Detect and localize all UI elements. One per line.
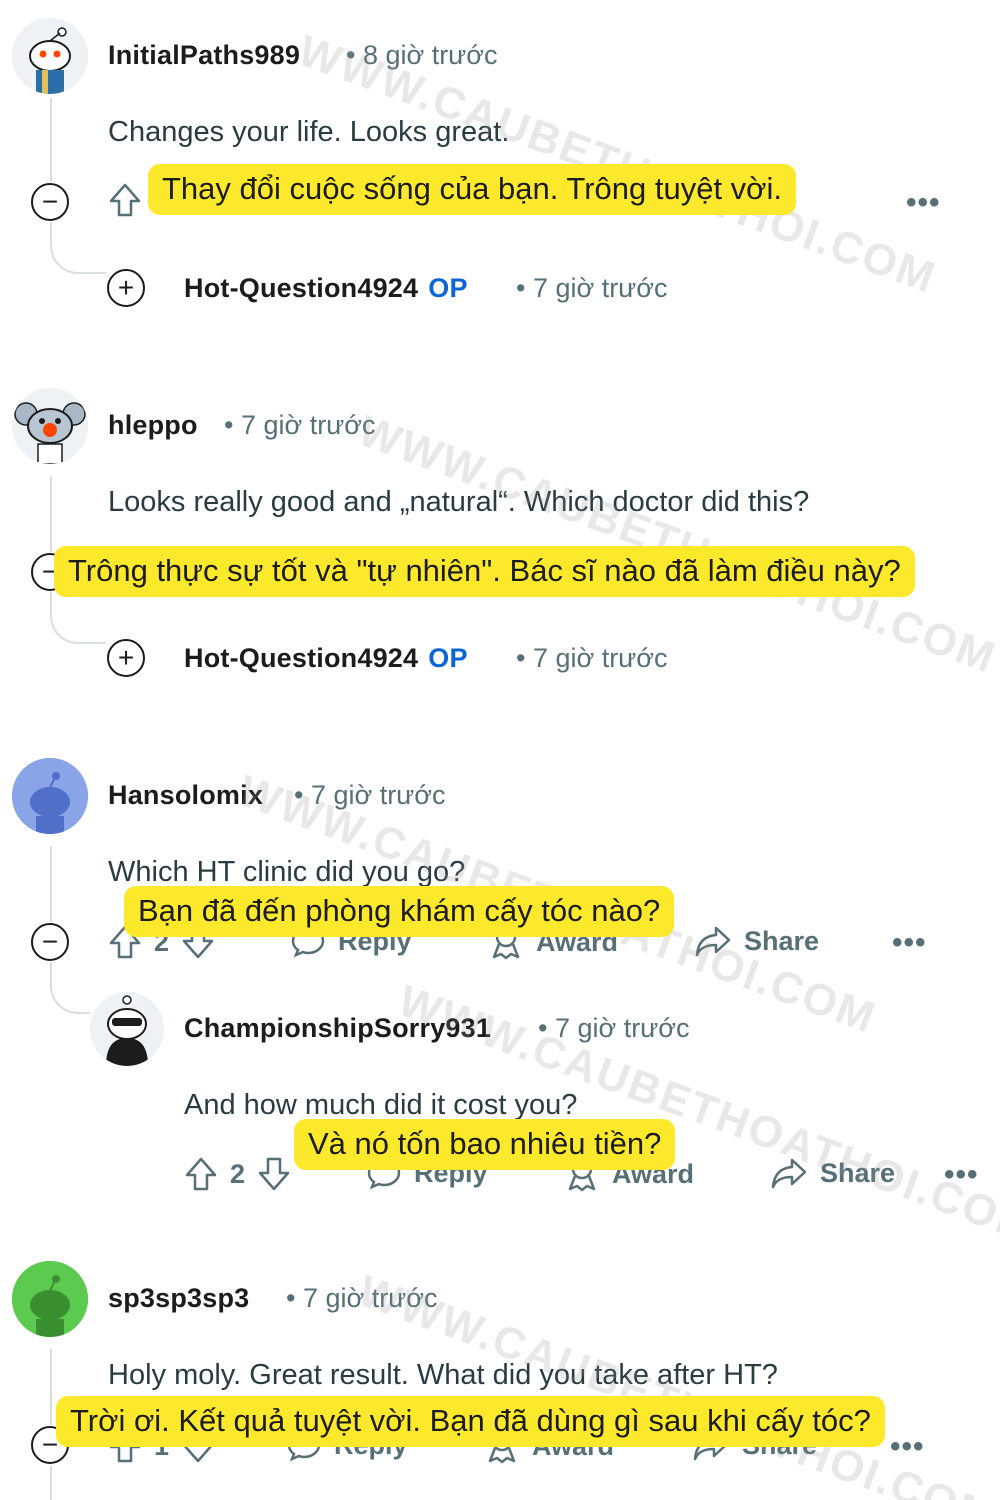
comment-timestamp: • 7 giờ trước	[294, 780, 446, 810]
comment-timestamp: • 7 giờ trước	[224, 410, 376, 440]
reply-username-text: Hot-Question4924	[184, 643, 419, 673]
thread-branch-line	[50, 962, 90, 1014]
share-arrow-icon	[771, 1158, 807, 1189]
reply-username[interactable]: Hot-Question4924 OP	[184, 273, 468, 304]
thread-branch-line	[50, 222, 106, 274]
thread-line	[50, 1466, 52, 1500]
translation-caption: Thay đổi cuộc sống của bạn. Trông tuyệt …	[148, 164, 797, 215]
downvote-arrow-icon[interactable]	[257, 1156, 291, 1192]
more-options-button[interactable]: •••	[892, 926, 927, 960]
plus-icon: +	[117, 642, 135, 673]
comment-body: Looks really good and „natural“. Which d…	[108, 486, 810, 518]
upvote-arrow-icon	[109, 183, 141, 217]
reply-timestamp: • 7 giờ trước	[516, 273, 668, 303]
comment-body: And how much did it cost you?	[184, 1089, 578, 1121]
collapse-thread-button[interactable]: −	[31, 183, 69, 221]
avatar[interactable]	[12, 1261, 88, 1337]
expand-reply-button[interactable]: +	[107, 269, 145, 307]
thread-line	[50, 846, 52, 922]
thread-line	[50, 98, 52, 182]
snoo-avatar-icon	[90, 992, 164, 1066]
upvote-arrow-icon[interactable]	[184, 1156, 218, 1192]
comment-timestamp: • 7 giờ trước	[286, 1283, 438, 1313]
vote-count: 2	[230, 1158, 246, 1189]
more-options-button[interactable]: •••	[906, 186, 941, 220]
translation-caption: Trời ơi. Kết quả tuyệt vời. Bạn đã dùng …	[56, 1396, 885, 1447]
plus-icon: +	[117, 272, 135, 303]
vote-controls: 2	[184, 1156, 291, 1192]
thread-branch-line	[50, 592, 106, 644]
translation-caption: Trông thực sự tốt và "tự nhiên". Bác sĩ …	[54, 546, 915, 597]
comment-body: Which HT clinic did you go?	[108, 856, 466, 888]
comment-username[interactable]: sp3sp3sp3	[108, 1283, 249, 1314]
more-options-button[interactable]: •••	[944, 1158, 979, 1192]
minus-icon: −	[41, 186, 59, 217]
avatar[interactable]	[90, 992, 164, 1066]
comment-username[interactable]: ChampionshipSorry931	[184, 1013, 491, 1044]
share-button[interactable]: Share	[770, 1156, 895, 1190]
avatar[interactable]	[12, 388, 88, 464]
thread-line	[50, 476, 52, 552]
translation-caption: Và nó tốn bao nhiêu tiền?	[294, 1119, 676, 1170]
snoo-avatar-icon	[12, 18, 88, 94]
translation-caption: Bạn đã đến phòng khám cấy tóc nào?	[124, 886, 675, 937]
comment-timestamp: • 8 giờ trước	[346, 40, 498, 70]
upvote-button[interactable]	[108, 182, 142, 218]
snoo-avatar-icon	[12, 388, 88, 464]
comment-body: Changes your life. Looks great.	[108, 116, 510, 148]
comment-body: Holy moly. Great result. What did you ta…	[108, 1359, 778, 1391]
share-label: Share	[744, 925, 820, 956]
reply-timestamp: • 7 giờ trước	[516, 643, 668, 673]
share-button[interactable]: Share	[694, 924, 819, 958]
share-arrow-icon	[695, 926, 731, 957]
comment-username[interactable]: Hansolomix	[108, 780, 263, 811]
reply-username-text: Hot-Question4924	[184, 273, 419, 303]
collapse-thread-button[interactable]: −	[31, 923, 69, 961]
op-badge: OP	[428, 273, 468, 303]
avatar[interactable]	[12, 758, 88, 834]
share-label: Share	[820, 1157, 896, 1188]
avatar[interactable]	[12, 18, 88, 94]
comment-timestamp: • 7 giờ trước	[538, 1013, 690, 1043]
snoo-avatar-icon	[12, 1261, 88, 1337]
expand-reply-button[interactable]: +	[107, 639, 145, 677]
reply-username[interactable]: Hot-Question4924 OP	[184, 643, 468, 674]
thread-line	[50, 1349, 52, 1425]
op-badge: OP	[428, 643, 468, 673]
comment-username[interactable]: hleppo	[108, 410, 198, 441]
more-options-button[interactable]: •••	[890, 1430, 925, 1464]
minus-icon: −	[41, 926, 59, 957]
snoo-avatar-icon	[12, 758, 88, 834]
comment-username[interactable]: InitialPaths989	[108, 40, 300, 71]
